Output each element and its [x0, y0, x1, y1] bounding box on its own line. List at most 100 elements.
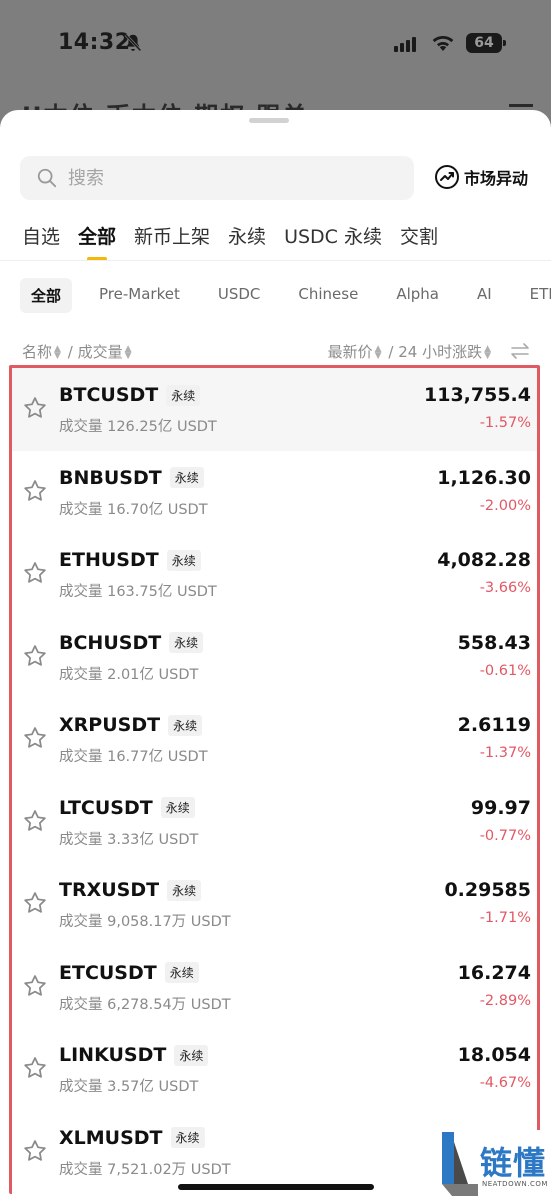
sort-separator: / [67, 343, 73, 361]
volume: 成交量 16.77亿 USDT [59, 749, 208, 765]
symbol-text: ETCUSDT [59, 961, 157, 984]
last-price: 18.054 [457, 1044, 531, 1066]
last-price: 0.29585 [444, 879, 531, 901]
chip-all[interactable]: 全部 [20, 278, 73, 313]
volume: 成交量 126.25亿 USDT [59, 419, 217, 435]
wifi-icon [432, 35, 454, 51]
last-price: 2.6119 [457, 714, 531, 736]
search-row: 市场异动 [20, 156, 531, 202]
volume: 成交量 9,058.17万 USDT [59, 914, 231, 930]
tab-all[interactable]: 全部 [78, 222, 116, 261]
perpetual-tag: 永续 [164, 962, 199, 983]
cellular-signal-icon [394, 36, 420, 52]
perpetual-tag: 永续 [160, 797, 195, 818]
volume: 成交量 6,278.54万 USDT [59, 996, 231, 1013]
symbol-text: XLMUSDT [59, 1126, 163, 1149]
star-icon[interactable] [22, 725, 48, 751]
last-price: 16.274 [457, 961, 531, 984]
search-input[interactable] [68, 167, 368, 189]
neatdown-logo-icon [442, 1132, 478, 1196]
volume: 成交量 2.01亿 USDT [59, 666, 199, 683]
chip-etf[interactable]: ETF [519, 278, 551, 313]
list-item[interactable]: TRXUSDT 永续 成交量 9,058.17万 USDT 0.29585 -1.… [12, 863, 537, 946]
sort-caret-icon: ▲ ▼ [484, 343, 491, 361]
sort-price-label: 最新价 [327, 343, 373, 361]
tab-usdc-perpetual[interactable]: USDC 永续 [284, 222, 382, 261]
star-icon[interactable] [22, 478, 48, 504]
star-icon[interactable] [22, 643, 48, 669]
list-item[interactable]: LINKUSDT 永续 成交量 3.57亿 USDT 18.054 -4.67% [12, 1028, 537, 1111]
list-item[interactable]: ETCUSDT 永续 成交量 6,278.54万 USDT 16.274 -2.8… [12, 946, 537, 1029]
symbol: ETCUSDT 永续 [59, 962, 199, 984]
watermark-text: 链懂 [480, 1144, 547, 1182]
list-item[interactable]: XRPUSDT 永续 成交量 16.77亿 USDT 2.6119 -1.37% [12, 698, 537, 781]
change-24h: -0.61% [479, 662, 531, 679]
symbol-text: BCHUSDT [59, 631, 162, 654]
chip-ai[interactable]: AI [466, 278, 503, 313]
tab-perpetual[interactable]: 永续 [228, 222, 266, 261]
symbol: XRPUSDT 永续 [59, 714, 203, 736]
background-menu-icon [509, 104, 533, 107]
sort-by-price[interactable]: 最新价 ▲ ▼ [328, 343, 384, 361]
symbol: XLMUSDT 永续 [59, 1127, 205, 1149]
symbol-text: ETHUSDT [59, 549, 159, 571]
markets-bottom-sheet: 市场异动 自选 全部 新币上架 永续 USDC 永续 交割 全部 Pre-Mar… [0, 110, 551, 1200]
market-movers-label: 市场异动 [464, 169, 529, 188]
list-item[interactable]: ETHUSDT 永续 成交量 163.75亿 USDT 4,082.28 -3.6… [12, 533, 537, 616]
volume: 成交量 16.70亿 USDT [59, 501, 208, 518]
tab-favorites[interactable]: 自选 [22, 222, 60, 261]
sort-left-group: 名称 ▲ ▼ / 成交量 ▲ ▼ [22, 341, 134, 362]
tab-delivery[interactable]: 交割 [400, 222, 438, 261]
battery-indicator: 64 [466, 33, 506, 53]
tab-new-listings[interactable]: 新币上架 [134, 222, 210, 261]
sort-by-change[interactable]: 24 小时涨跌 ▲ ▼ [398, 343, 493, 361]
last-price: 558.43 [457, 631, 531, 654]
sort-caret-icon: ▲ ▼ [54, 343, 61, 361]
symbol-text: LTCUSDT [59, 796, 153, 819]
change-24h: -2.89% [479, 992, 531, 1009]
chip-alpha[interactable]: Alpha [385, 278, 450, 313]
symbol: TRXUSDT 永续 [59, 879, 202, 901]
symbol: BCHUSDT 永续 [59, 631, 204, 654]
sort-by-name[interactable]: 名称 ▲ ▼ [22, 343, 63, 361]
change-24h: -1.57% [479, 415, 531, 431]
list-item[interactable]: LTCUSDT 永续 成交量 3.33亿 USDT 99.97 -0.77% [12, 781, 537, 864]
chip-pre-market[interactable]: Pre-Market [88, 278, 191, 313]
bell-muted-icon [124, 33, 142, 52]
market-movers-button[interactable]: 市场异动 [434, 164, 528, 190]
swap-arrows-icon[interactable] [509, 341, 531, 361]
list-item[interactable]: BCHUSDT 永续 成交量 2.01亿 USDT 558.43 -0.61% [12, 616, 537, 699]
change-24h: -4.67% [479, 1075, 531, 1091]
symbol-text: BTCUSDT [59, 384, 159, 406]
status-bar: 14:32 64 [0, 0, 551, 90]
sort-name-label: 名称 [22, 343, 53, 361]
search-box[interactable] [20, 156, 414, 200]
search-icon [37, 168, 57, 188]
sort-caret-icon: ▲ ▼ [374, 343, 382, 361]
star-icon[interactable] [22, 808, 48, 834]
chip-usdc[interactable]: USDC [207, 278, 272, 313]
filter-chips: 全部 Pre-Market USDC Chinese Alpha AI ETF [20, 278, 551, 313]
star-icon[interactable] [22, 890, 48, 916]
star-icon[interactable] [22, 1055, 48, 1081]
star-icon[interactable] [22, 395, 48, 421]
perpetual-tag: 永续 [174, 1044, 209, 1066]
list-item[interactable]: BNBUSDT 永续 成交量 16.70亿 USDT 1,126.30 -2.00… [12, 451, 537, 534]
star-icon[interactable] [22, 1138, 48, 1164]
volume: 成交量 7,521.02万 USDT [59, 1161, 231, 1178]
star-icon[interactable] [22, 560, 48, 586]
main-tabs: 自选 全部 新币上架 永续 USDC 永续 交割 [22, 222, 438, 261]
last-price: 4,082.28 [437, 549, 531, 571]
sort-caret-icon: ▲ ▼ [124, 343, 132, 361]
symbol-text: BNBUSDT [59, 466, 162, 489]
change-24h: -3.66% [479, 580, 531, 596]
sort-volume-label: 成交量 [77, 343, 123, 361]
star-icon[interactable] [22, 973, 48, 999]
status-time: 14:32 [58, 30, 131, 55]
symbol: LINKUSDT 永续 [59, 1044, 209, 1066]
sort-by-volume[interactable]: 成交量 ▲ ▼ [78, 343, 134, 361]
chip-chinese[interactable]: Chinese [287, 278, 369, 313]
list-item[interactable]: BTCUSDT 永续 成交量 126.25亿 USDT 113,755.4 -1.… [12, 368, 537, 451]
market-list: BTCUSDT 永续 成交量 126.25亿 USDT 113,755.4 -1.… [12, 368, 537, 1193]
sheet-grabber[interactable] [249, 118, 289, 123]
